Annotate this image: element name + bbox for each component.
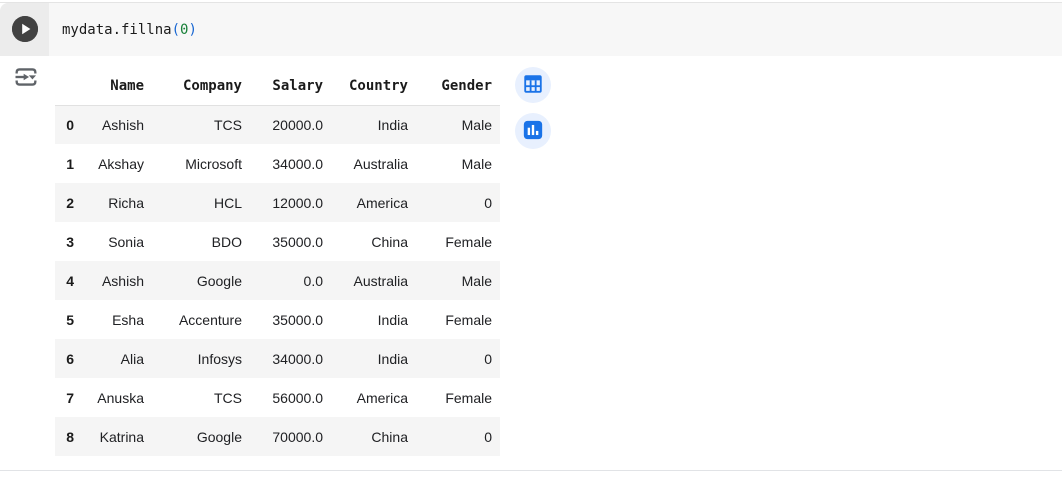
row-index: 2 bbox=[55, 183, 82, 222]
table-row: 7AnuskaTCS56000.0AmericaFemale bbox=[55, 378, 500, 417]
table-cell: Female bbox=[416, 300, 500, 339]
code-token: mydata.fillna bbox=[62, 22, 172, 38]
table-row: 0AshishTCS20000.0IndiaMale bbox=[55, 105, 500, 144]
play-icon bbox=[12, 16, 38, 42]
row-index: 6 bbox=[55, 339, 82, 378]
table-cell: HCL bbox=[152, 183, 250, 222]
table-cell: 12000.0 bbox=[250, 183, 331, 222]
row-index: 1 bbox=[55, 144, 82, 183]
table-header-row: NameCompanySalaryCountryGender bbox=[55, 67, 500, 105]
table-grid-icon bbox=[522, 73, 544, 98]
table-cell: India bbox=[331, 339, 416, 378]
table-cell: 0 bbox=[416, 183, 500, 222]
table-row: 8KatrinaGoogle70000.0China0 bbox=[55, 417, 500, 456]
code-line: mydata.fillna(0) bbox=[62, 22, 197, 38]
output-options-button[interactable] bbox=[11, 63, 41, 93]
code-editor[interactable]: mydata.fillna(0) bbox=[49, 3, 1062, 56]
table-cell: Google bbox=[152, 417, 250, 456]
table-cell: Ashish bbox=[82, 105, 152, 144]
table-cell: 56000.0 bbox=[250, 378, 331, 417]
table-cell: 34000.0 bbox=[250, 144, 331, 183]
table-cell: Katrina bbox=[82, 417, 152, 456]
table-body: 0AshishTCS20000.0IndiaMale1AkshayMicroso… bbox=[55, 105, 500, 456]
table-cell: Female bbox=[416, 378, 500, 417]
table-cell: Accenture bbox=[152, 300, 250, 339]
column-header-name: Name bbox=[82, 67, 152, 105]
column-header-salary: Salary bbox=[250, 67, 331, 105]
table-cell: Ashish bbox=[82, 261, 152, 300]
table-cell: Alia bbox=[82, 339, 152, 378]
table-cell: TCS bbox=[152, 105, 250, 144]
table-row: 6AliaInfosys34000.0India0 bbox=[55, 339, 500, 378]
table-cell: Infosys bbox=[152, 339, 250, 378]
table-row: 5EshaAccenture35000.0IndiaFemale bbox=[55, 300, 500, 339]
code-cell-gutter bbox=[0, 3, 49, 56]
table-cell: Sonia bbox=[82, 222, 152, 261]
table-cell: TCS bbox=[152, 378, 250, 417]
notebook-cell: mydata.fillna(0) NameCompanySalaryCou bbox=[0, 2, 1062, 468]
table-cell: 0 bbox=[416, 417, 500, 456]
table-cell: 0 bbox=[416, 339, 500, 378]
table-row: 3SoniaBDO35000.0ChinaFemale bbox=[55, 222, 500, 261]
table-row: 4AshishGoogle0.0AustraliaMale bbox=[55, 261, 500, 300]
table-cell: Australia bbox=[331, 261, 416, 300]
column-header-company: Company bbox=[152, 67, 250, 105]
table-cell: 70000.0 bbox=[250, 417, 331, 456]
interactive-table-button[interactable] bbox=[515, 67, 551, 103]
output-area: NameCompanySalaryCountryGender 0AshishTC… bbox=[0, 56, 1062, 468]
column-header-country: Country bbox=[331, 67, 416, 105]
column-header-gender: Gender bbox=[416, 67, 500, 105]
table-row: 1AkshayMicrosoft34000.0AustraliaMale bbox=[55, 144, 500, 183]
row-index: 5 bbox=[55, 300, 82, 339]
table-cell: Australia bbox=[331, 144, 416, 183]
table-cell: Microsoft bbox=[152, 144, 250, 183]
table-cell: Esha bbox=[82, 300, 152, 339]
table-cell: 20000.0 bbox=[250, 105, 331, 144]
table-cell: India bbox=[331, 300, 416, 339]
code-cell: mydata.fillna(0) bbox=[0, 3, 1062, 56]
table-cell: India bbox=[331, 105, 416, 144]
table-cell: China bbox=[331, 222, 416, 261]
bar-chart-icon bbox=[522, 119, 544, 144]
table-cell: 34000.0 bbox=[250, 339, 331, 378]
row-index: 3 bbox=[55, 222, 82, 261]
row-index: 8 bbox=[55, 417, 82, 456]
output-transfer-icon bbox=[12, 79, 40, 94]
row-index: 7 bbox=[55, 378, 82, 417]
row-index: 0 bbox=[55, 105, 82, 144]
cell-bottom-divider bbox=[0, 470, 1062, 471]
table-cell: 35000.0 bbox=[250, 222, 331, 261]
table-cell: Google bbox=[152, 261, 250, 300]
table-cell: 0.0 bbox=[250, 261, 331, 300]
index-column-header bbox=[55, 67, 82, 105]
table-cell: Richa bbox=[82, 183, 152, 222]
table-cell: Akshay bbox=[82, 144, 152, 183]
code-token: ( bbox=[172, 22, 180, 38]
table-cell: Male bbox=[416, 105, 500, 144]
run-cell-button[interactable] bbox=[12, 16, 38, 42]
dataframe-table: NameCompanySalaryCountryGender 0AshishTC… bbox=[55, 67, 500, 456]
table-cell: Female bbox=[416, 222, 500, 261]
table-cell: Male bbox=[416, 144, 500, 183]
table-cell: Anuska bbox=[82, 378, 152, 417]
code-token: ) bbox=[188, 22, 196, 38]
suggest-charts-button[interactable] bbox=[515, 113, 551, 149]
output-actions bbox=[515, 67, 551, 149]
table-cell: America bbox=[331, 378, 416, 417]
table-cell: BDO bbox=[152, 222, 250, 261]
table-cell: 35000.0 bbox=[250, 300, 331, 339]
row-index: 4 bbox=[55, 261, 82, 300]
table-row: 2RichaHCL12000.0America0 bbox=[55, 183, 500, 222]
table-cell: Male bbox=[416, 261, 500, 300]
table-cell: America bbox=[331, 183, 416, 222]
table-cell: China bbox=[331, 417, 416, 456]
